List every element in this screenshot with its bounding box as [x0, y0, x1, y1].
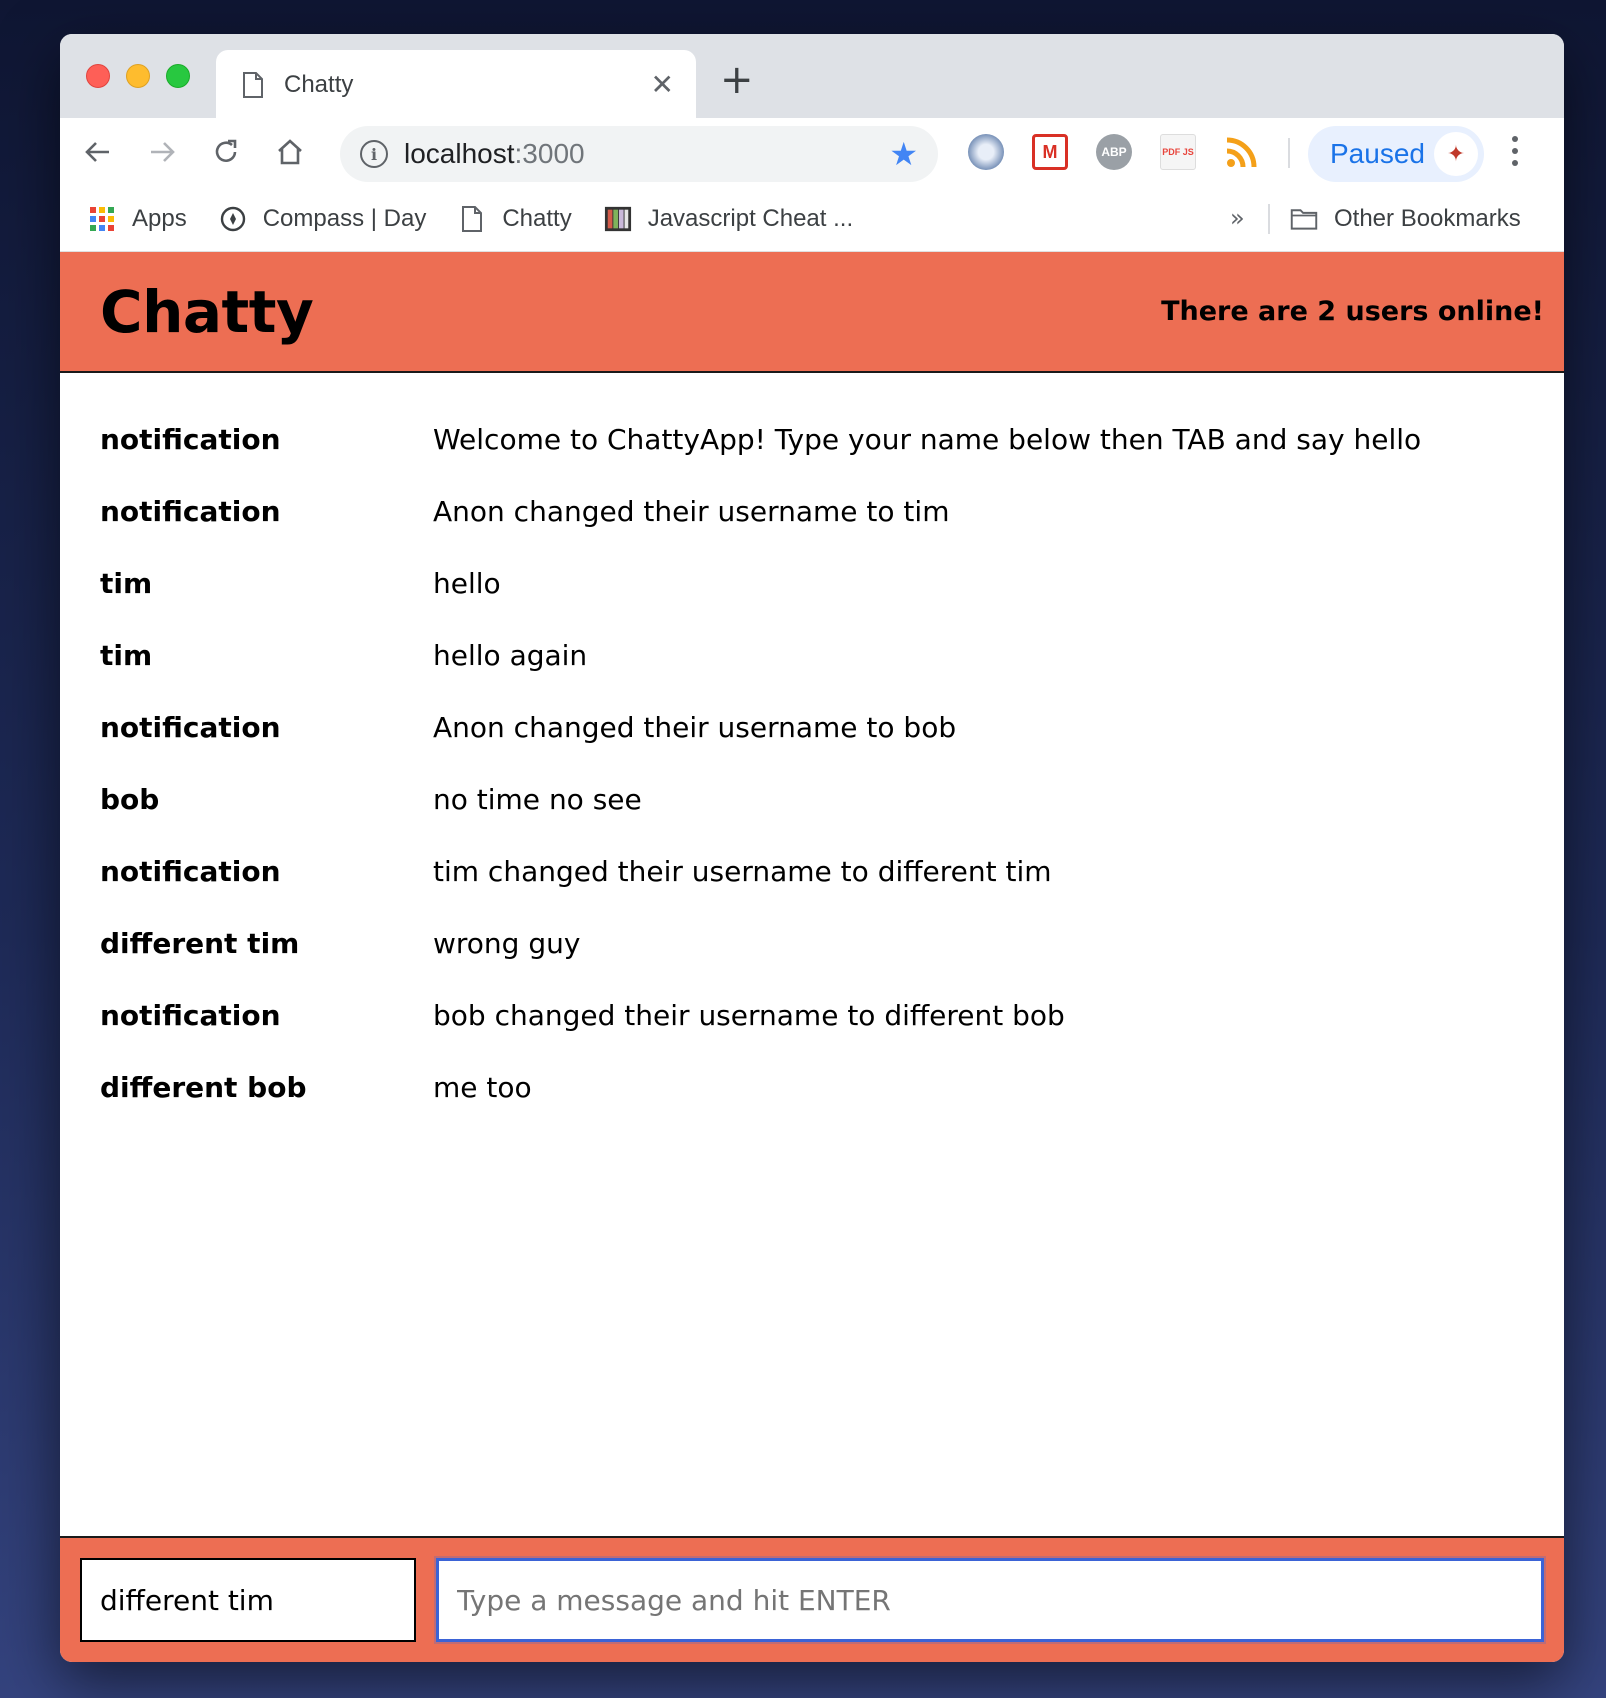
page-icon — [458, 205, 486, 233]
message-row: different tim wrong guy — [100, 907, 1524, 979]
rss-glyph — [1226, 137, 1257, 168]
message-content: no time no see — [433, 782, 642, 816]
message-username: notification — [100, 422, 281, 456]
avatar: ✦ — [1434, 132, 1478, 176]
message-username: notification — [100, 710, 281, 744]
message-list: notification Welcome to ChattyApp! Type … — [60, 373, 1564, 1123]
message-content: me too — [433, 1070, 532, 1104]
bookmarks-overflow-icon[interactable]: » — [1230, 204, 1245, 232]
message-input[interactable] — [436, 1558, 1544, 1642]
message-username: notification — [100, 494, 281, 528]
bookmark-javascript-cheat[interactable]: Javascript Cheat ... — [604, 205, 853, 233]
message-row: different bob me too — [100, 1051, 1524, 1123]
tab-chatty[interactable]: Chatty ✕ — [216, 50, 696, 120]
app-brand[interactable]: Chatty — [100, 278, 314, 346]
profile-button[interactable]: Paused ✦ — [1308, 126, 1484, 182]
other-bookmarks-label: Other Bookmarks — [1334, 205, 1521, 232]
bookmark-label: Apps — [132, 204, 187, 232]
reload-button[interactable] — [206, 132, 246, 172]
apps-grid-icon — [88, 205, 116, 233]
notebook-icon — [604, 205, 632, 233]
message-username: tim — [100, 566, 153, 600]
app-navbar: Chatty There are 2 users online! — [60, 252, 1564, 373]
new-tab-button[interactable]: + — [720, 60, 754, 100]
browser-menu-icon[interactable] — [1512, 136, 1518, 166]
message-content: hello again — [433, 638, 588, 672]
message-username: different bob — [100, 1070, 307, 1104]
home-icon — [278, 139, 302, 165]
bookmark-star-icon[interactable]: ★ — [889, 138, 918, 170]
users-online-counter: There are 2 users online! — [1161, 296, 1544, 327]
message-row: notification Anon changed their username… — [100, 691, 1524, 763]
bookmark-compass[interactable]: Compass | Day — [219, 204, 427, 233]
bookmark-apps[interactable]: Apps — [88, 205, 187, 233]
message-username: notification — [100, 998, 281, 1032]
profile-label: Paused — [1330, 138, 1425, 169]
bookmarks-divider — [1268, 204, 1270, 234]
bookmark-label: Javascript Cheat ... — [647, 204, 854, 232]
username-input[interactable]: different tim — [80, 1558, 416, 1642]
compass-icon — [219, 205, 247, 233]
message-row: notification Anon changed their username… — [100, 475, 1524, 547]
maximize-window-button[interactable] — [166, 64, 190, 88]
message-username: different tim — [100, 926, 300, 960]
url-port: :3000 — [514, 138, 585, 169]
bookmarks-bar: Apps Compass | Day Chatty Javascript Che… — [60, 186, 1564, 252]
message-row: notification Welcome to ChattyApp! Type … — [100, 403, 1524, 475]
folder-icon — [1290, 205, 1318, 233]
bookmark-chatty[interactable]: Chatty — [458, 204, 572, 233]
message-row: notification bob changed their username … — [100, 979, 1524, 1051]
toolbar-divider — [1288, 138, 1290, 168]
minimize-window-button[interactable] — [126, 64, 150, 88]
browser-toolbar: i localhost :3000 ★ M ABP PDF JS Paused … — [60, 118, 1564, 186]
message-row: tim hello — [100, 547, 1524, 619]
message-username: tim — [100, 638, 153, 672]
adblock-plus-icon[interactable]: ABP — [1096, 134, 1132, 170]
message-username: notification — [100, 854, 281, 888]
message-content: wrong guy — [433, 926, 581, 960]
back-button[interactable] — [78, 132, 118, 172]
home-button[interactable] — [270, 132, 310, 172]
message-row: tim hello again — [100, 619, 1524, 691]
message-content: Anon changed their username to bob — [433, 710, 957, 744]
forward-button[interactable] — [142, 132, 182, 172]
page-icon — [243, 72, 263, 98]
message-content: bob changed their username to different … — [433, 998, 1065, 1032]
orbit-icon[interactable] — [968, 134, 1004, 170]
bookmark-label: Compass | Day — [262, 204, 427, 232]
message-content: Welcome to ChattyApp! Type your name bel… — [433, 422, 1422, 456]
bookmark-label: Chatty — [502, 204, 572, 232]
site-info-icon[interactable]: i — [360, 140, 388, 168]
url-host: localhost — [404, 138, 515, 169]
reload-icon — [215, 139, 237, 162]
message-row: bob no time no see — [100, 763, 1524, 835]
rss-feed-icon[interactable] — [1224, 134, 1260, 170]
message-content: Anon changed their username to tim — [433, 494, 950, 528]
message-content: tim changed their username to different … — [433, 854, 1052, 888]
tab-title: Chatty — [284, 71, 354, 98]
message-content: hello — [433, 566, 501, 600]
message-username: bob — [100, 782, 160, 816]
back-arrow-icon — [85, 142, 109, 162]
close-window-button[interactable] — [86, 64, 110, 88]
close-tab-icon[interactable]: ✕ — [651, 71, 674, 99]
tab-strip: Chatty ✕ + — [60, 34, 1564, 120]
address-bar[interactable]: i localhost :3000 ★ — [340, 126, 938, 182]
browser-window: Chatty ✕ + i localhost :3000 ★ M ABP PDF… — [60, 34, 1564, 1662]
chatbar: different tim — [60, 1536, 1564, 1662]
gmail-icon[interactable]: M — [1032, 134, 1068, 170]
forward-arrow-icon — [151, 142, 175, 162]
other-bookmarks[interactable]: Other Bookmarks — [1290, 186, 1521, 252]
window-controls — [86, 64, 190, 88]
pdfjs-icon[interactable]: PDF JS — [1160, 134, 1196, 170]
message-row: notification tim changed their username … — [100, 835, 1524, 907]
